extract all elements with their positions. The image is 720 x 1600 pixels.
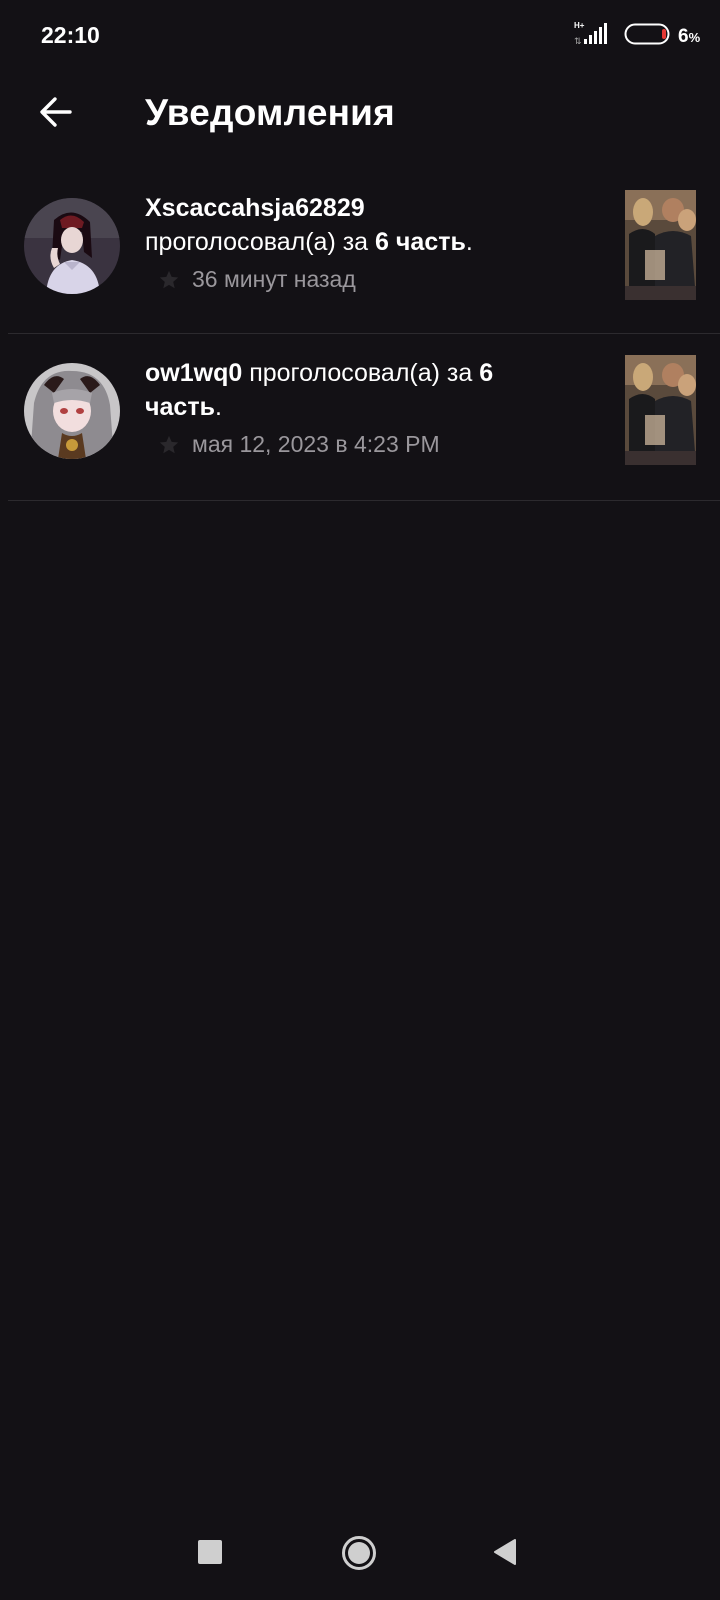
avatar-image [24,363,120,459]
page-title: Уведомления [145,92,395,133]
network-type: H+ [574,21,585,30]
arrow-left-icon [40,97,72,127]
notification-item[interactable]: Xscaccahsja62829 проголосовал(а) за 6 ча… [0,168,720,335]
notification-text: ow1wq0 проголосовал(а) за 6 часть. [145,356,545,424]
story-thumbnail[interactable] [625,190,696,300]
avatar[interactable] [24,363,120,459]
status-bar: 22:10 H+ ⇅ 6% [0,0,720,70]
username[interactable]: ow1wq0 [145,359,242,387]
battery-percent: 6% [678,26,701,47]
square-icon[interactable] [198,1540,222,1564]
triangle-back-icon[interactable] [493,1538,517,1566]
avatar[interactable] [24,198,120,294]
system-nav-bar [0,1500,720,1600]
avatar-image [24,198,120,294]
star-icon [159,270,179,288]
suffix: . [465,228,473,256]
part-link[interactable]: 6 часть [375,228,466,256]
suffix: . [214,393,222,421]
timestamp-row: мая 12, 2023 в 4:23 PM [158,431,440,458]
signal-icon: H+ ⇅ [574,21,607,46]
action-text: проголосовал(а) за [249,359,473,387]
back-button[interactable] [30,86,82,138]
app-bar: Уведомления [0,70,720,162]
username[interactable]: Xscaccahsja62829 [145,194,365,222]
timestamp-row: 36 минут назад [158,266,356,293]
story-thumbnail[interactable] [625,355,696,465]
svg-text:⇅: ⇅ [574,36,582,46]
star-icon [159,435,179,453]
notification-text: Xscaccahsja62829 проголосовал(а) за 6 ча… [145,191,545,259]
timestamp: 36 минут назад [192,266,356,292]
action-text: проголосовал(а) за [145,228,369,256]
notification-item[interactable]: ow1wq0 проголосовал(а) за 6 часть. мая 1… [0,333,720,500]
notifications-screen: 22:10 H+ ⇅ 6% Уведомления Xscaccahsja628… [0,0,720,1600]
battery-icon [624,23,670,45]
thumbnail-image [625,355,696,465]
divider [8,500,720,501]
thumbnail-image [625,190,696,300]
timestamp: мая 12, 2023 в 4:23 PM [192,431,440,457]
circle-icon[interactable] [341,1535,377,1571]
status-time: 22:10 [41,22,100,48]
